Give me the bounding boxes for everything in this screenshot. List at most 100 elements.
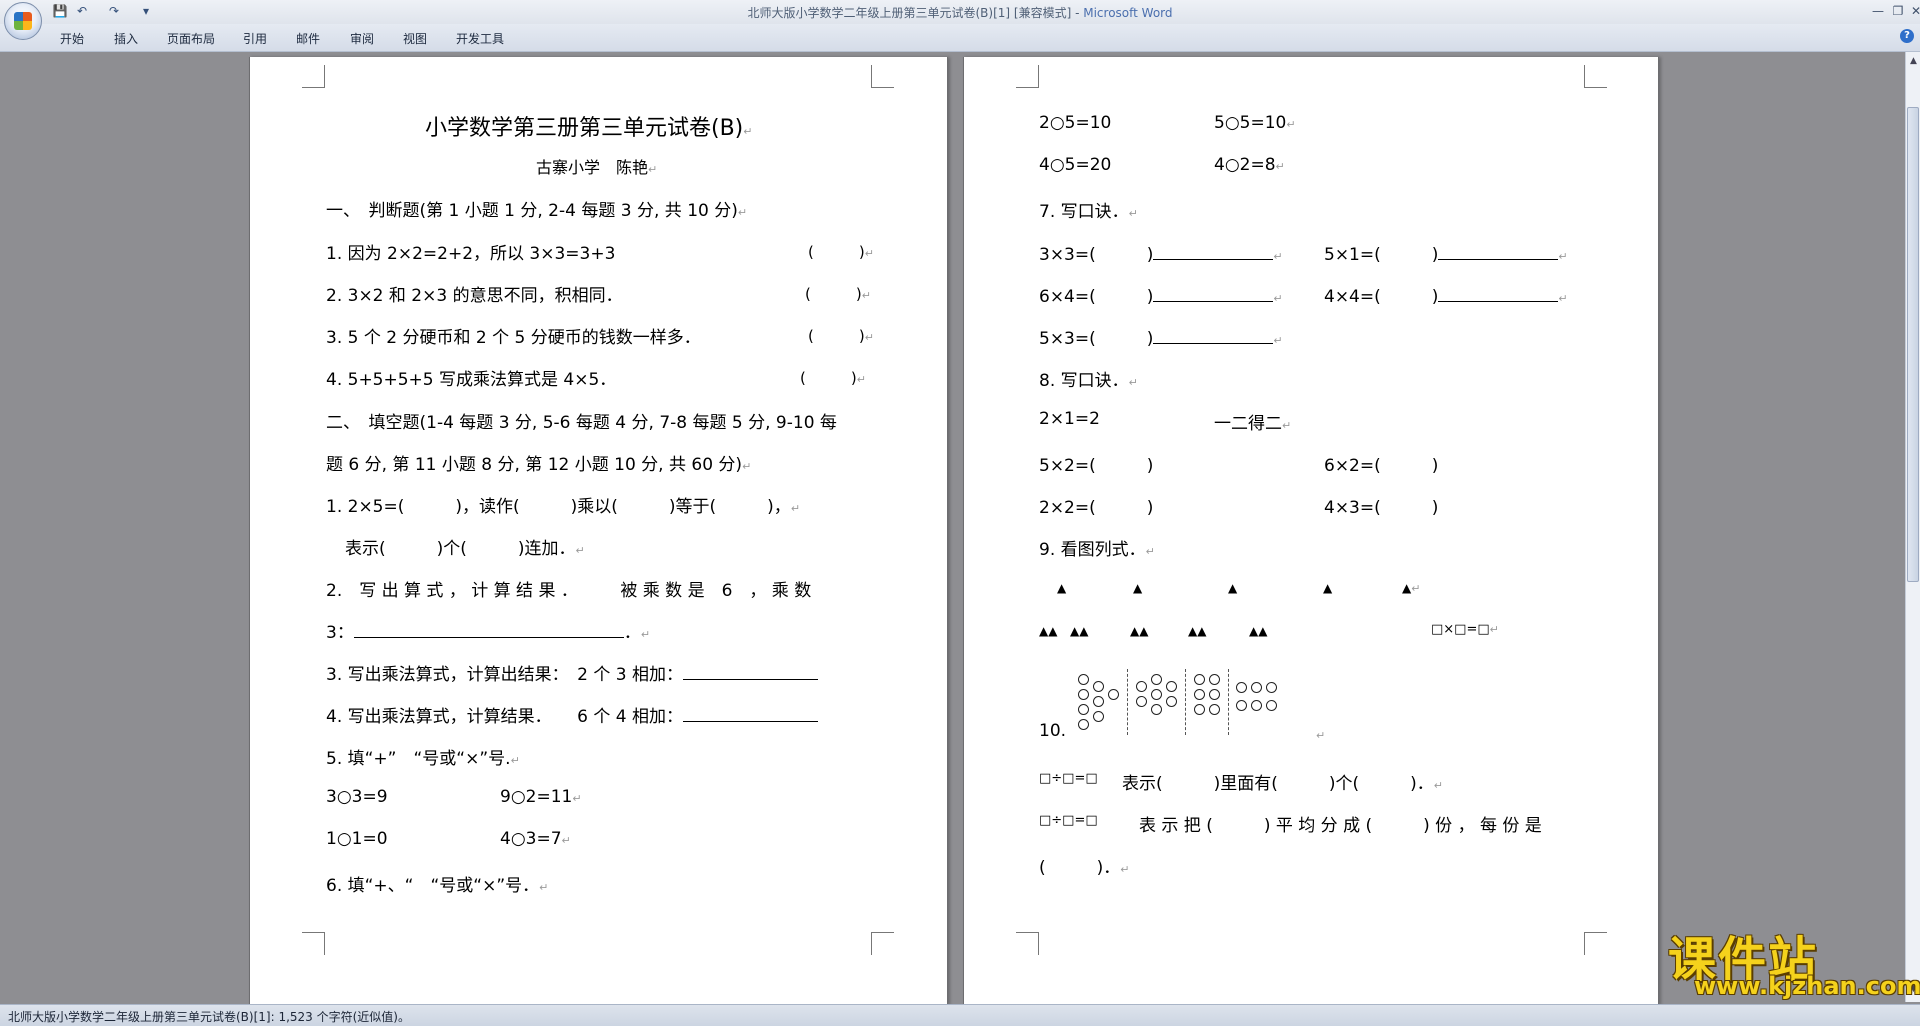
crop-mark [1016, 65, 1039, 88]
fill-q5: 5. 填“+” “号或“×”号.↵ [326, 749, 520, 769]
circle-icon [1093, 681, 1104, 692]
tab-mailings[interactable]: 邮件 [296, 30, 320, 47]
watermark-url: www.kjzhan.com [1694, 972, 1920, 1000]
q7-item: 5×1=( ) ↵ [1324, 240, 1568, 265]
scroll-up-icon[interactable]: ▲ [1907, 54, 1920, 68]
title-separator: - [1071, 6, 1084, 20]
document-page-2[interactable]: 2○5=10 5○5=10↵ 4○5=20 4○2=8↵ 7. 写口诀．↵ 3×… [963, 57, 1659, 1005]
ribbon-tabs: 开始 插入 页面布局 引用 邮件 审阅 视图 开发工具 ? [0, 24, 1920, 52]
q10-expression-1[interactable]: □÷□=□ [1039, 771, 1098, 786]
circle-icon [1136, 681, 1147, 692]
fill-q5-row1-right: 9○2=11↵ [500, 787, 582, 807]
tab-insert[interactable]: 插入 [114, 30, 138, 47]
q10-expression-2[interactable]: □÷□=□ [1039, 813, 1098, 828]
fill-q5-row2-left: 1○1=0 [326, 829, 388, 849]
q8-row3-right: 4×3=( ) [1324, 498, 1439, 518]
crop-mark [871, 932, 894, 955]
q7-item: 5×3=( ) ↵ [1039, 324, 1283, 349]
answer-blank[interactable] [1438, 283, 1559, 302]
q10-text-1: 表示( )里面有( )个( )．↵ [1122, 774, 1444, 794]
triangle-pair-icon: ▲▲ [1249, 624, 1268, 638]
answer-paren[interactable]: ( )↵ [808, 325, 874, 346]
triangle-pair-icon: ▲▲ [1188, 624, 1207, 638]
answer-blank[interactable] [1153, 283, 1274, 302]
circle-icon [1078, 704, 1089, 715]
office-button[interactable] [4, 2, 42, 40]
answer-blank[interactable] [1153, 325, 1274, 344]
fill-q3: 3. 写出乘法算式，计算出结果： 2 个 3 相加： [326, 660, 818, 685]
circle-icon [1078, 719, 1089, 730]
op-row1-right: 5○5=10↵ [1214, 113, 1296, 133]
answer-paren[interactable]: ( )↵ [808, 241, 874, 262]
answer-paren[interactable]: ( )↵ [805, 283, 871, 304]
help-icon[interactable]: ? [1900, 29, 1914, 43]
judge-q4: 4. 5+5+5+5 写成乘法算式是 4×5． [326, 370, 617, 390]
status-text: 北师大版小学数学二年级上册第三单元试卷(B)[1]: 1,523 个字符(近似值… [8, 1010, 410, 1024]
document-page-1[interactable]: 小学数学第三册第三单元试卷(B)↵ 古寨小学 陈艳↵ 一、 判断题(第 1 小题… [249, 57, 948, 1005]
document-title: 北师大版小学数学二年级上册第三单元试卷(B)[1] [兼容模式] [747, 6, 1072, 20]
judge-q3: 3. 5 个 2 分硬币和 2 个 5 分硬币的钱数一样多． [326, 328, 701, 348]
circle-icon [1108, 689, 1119, 700]
q8-row2-right: 6×2=( ) [1324, 456, 1439, 476]
answer-blank[interactable] [353, 619, 624, 638]
title-bar: 💾 ↶ ↷ ▾ 北师大版小学数学二年级上册第三单元试卷(B)[1] [兼容模式]… [0, 0, 1920, 24]
triangle-pair-icon: ▲▲ [1130, 624, 1149, 638]
status-bar: 北师大版小学数学二年级上册第三单元试卷(B)[1]: 1,523 个字符(近似值… [0, 1004, 1920, 1026]
scrollbar-thumb[interactable] [1907, 107, 1919, 582]
section-1-heading: 一、 判断题(第 1 小题 1 分, 2-4 每题 3 分, 共 10 分)↵ [326, 201, 748, 221]
fill-q5-row2-right: 4○3=7↵ [500, 829, 571, 849]
answer-paren[interactable]: ( )↵ [800, 367, 866, 388]
circle-icon [1194, 689, 1205, 700]
triangle-pair-icon: ▲▲ [1039, 624, 1058, 638]
triangle-icon: ▲ [1228, 581, 1238, 595]
judge-q2: 2. 3×2 和 2×3 的意思不同，积相同． [326, 286, 623, 306]
answer-blank[interactable] [1438, 241, 1559, 260]
section-2-heading: 二、 填空题(1-4 每题 3 分, 5-6 每题 4 分, 7-8 每题 5 … [326, 413, 837, 433]
q9-heading: 9. 看图列式．↵ [1039, 540, 1155, 560]
tab-home[interactable]: 开始 [60, 30, 84, 47]
circle-icon [1266, 682, 1277, 693]
q8-heading: 8. 写口诀．↵ [1039, 371, 1138, 391]
crop-mark [871, 65, 894, 88]
circle-icon [1093, 711, 1104, 722]
close-button[interactable]: ✕ [1904, 2, 1920, 20]
watermark-logo: 课件站 www.kjzhan.com [1668, 920, 1920, 1002]
page-title: 小学数学第三册第三单元试卷(B)↵ [425, 116, 753, 141]
fill-q5-row1-left: 3○3=9 [326, 787, 388, 807]
answer-blank[interactable] [682, 703, 818, 722]
circle-icon [1151, 689, 1162, 700]
answer-blank[interactable] [682, 661, 818, 680]
fill-q2-cont: 3： ．↵ [326, 618, 650, 643]
tab-page-layout[interactable]: 页面布局 [167, 30, 215, 47]
vertical-scrollbar[interactable]: ▲ ▼ [1905, 52, 1920, 1002]
divider-line [1127, 669, 1128, 735]
fill-q4: 4. 写出乘法算式，计算结果． 6 个 4 相加： [326, 702, 818, 727]
circle-icon [1266, 700, 1277, 711]
tab-view[interactable]: 视图 [403, 30, 427, 47]
fill-q6: 6. 填“+、“ “号或“×”号．↵ [326, 876, 549, 896]
judge-q1: 1. 因为 2×2=2+2，所以 3×3=3+3 [326, 244, 616, 264]
tab-developer[interactable]: 开发工具 [456, 30, 504, 47]
triangle-icon: ▲ [1323, 581, 1333, 595]
fill-q1: 1. 2×5=( )，读作( )乘以( )等于( )，↵ [326, 497, 801, 517]
circle-icon [1209, 704, 1220, 715]
q7-item: 4×4=( ) ↵ [1324, 282, 1568, 307]
op-row2-right: 4○2=8↵ [1214, 155, 1285, 175]
q7-heading: 7. 写口诀．↵ [1039, 202, 1138, 222]
tab-references[interactable]: 引用 [243, 30, 267, 47]
circle-icon [1251, 700, 1262, 711]
crop-mark [302, 932, 325, 955]
fill-q2: 2. 写 出 算 式 ， 计 算 结 果 ． 被 乘 数 是 6 ， 乘 数 [326, 581, 812, 601]
circle-icon [1166, 696, 1177, 707]
q9-answer-expression[interactable]: □×□=□↵ [1431, 622, 1499, 637]
section-2-heading-cont: 题 6 分, 第 11 小题 8 分, 第 12 小题 10 分, 共 60 分… [326, 455, 752, 475]
circle-icon [1136, 696, 1147, 707]
q8-row1-right: 一二得二↵ [1214, 414, 1292, 434]
q10-text-2-cont: ( )．↵ [1039, 858, 1130, 878]
triangle-icon: ▲↵ [1402, 581, 1421, 595]
circle-icon [1194, 704, 1205, 715]
tab-review[interactable]: 审阅 [350, 30, 374, 47]
circle-icon [1194, 674, 1205, 685]
answer-blank[interactable] [1153, 241, 1274, 260]
circle-icon [1078, 689, 1089, 700]
